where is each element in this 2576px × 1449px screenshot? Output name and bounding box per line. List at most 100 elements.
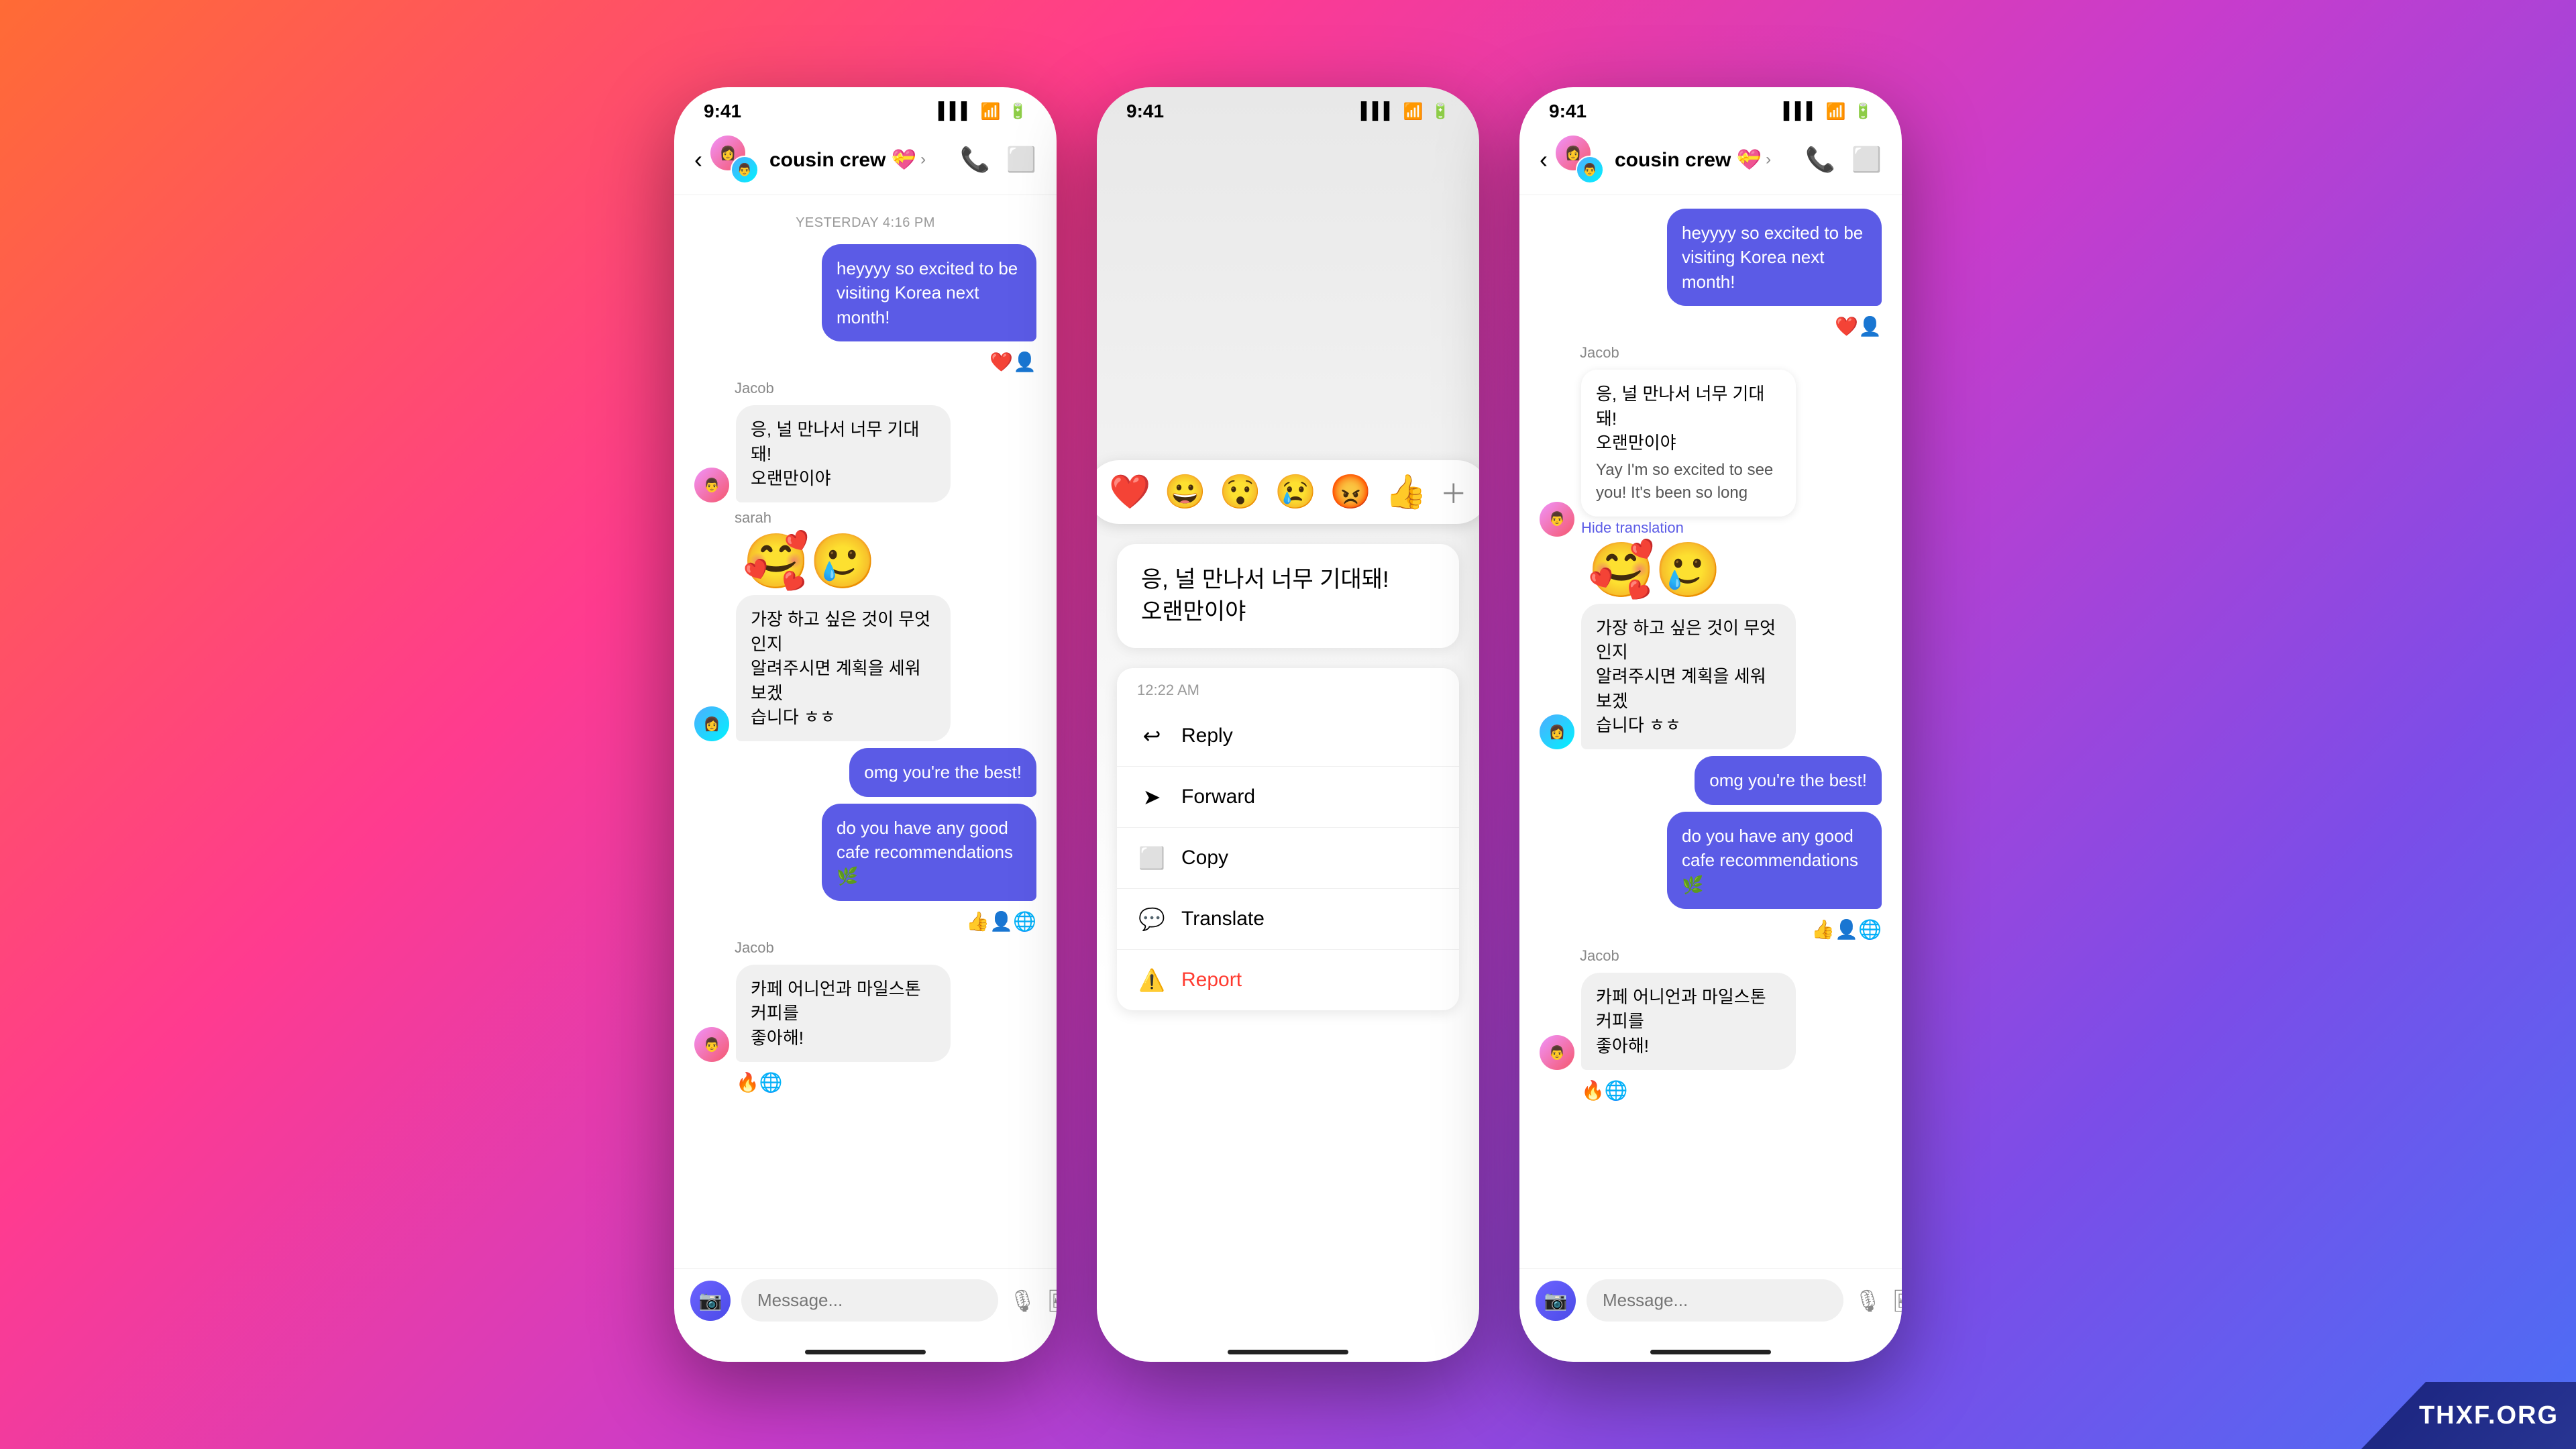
table-row: 🥰🥲: [1540, 543, 1882, 597]
reaction-bar: ❤️👤: [694, 351, 1036, 373]
video-icon-right[interactable]: ⬜: [1851, 146, 1882, 174]
wifi-icon-right: 📶: [1826, 102, 1846, 121]
signal-icon-left: ▌▌▌: [938, 102, 973, 121]
battery-icon-left: 🔋: [1009, 103, 1027, 120]
input-bar-right: 📷 🎙 🖼 😊 ➕: [1519, 1268, 1902, 1342]
phone-icon-left[interactable]: 📞: [960, 146, 990, 174]
watermark: THXF.ORG: [2361, 1382, 2576, 1449]
report-menu-item[interactable]: ⚠️ Report: [1117, 950, 1459, 1010]
back-button-right[interactable]: ‹: [1540, 146, 1548, 174]
table-row: heyyyy so excited to be visiting Korea n…: [694, 244, 1036, 341]
message-bubble[interactable]: heyyyy so excited to be visiting Korea n…: [1667, 209, 1882, 306]
emoji-message: 🥰🥲: [1588, 543, 1721, 597]
translation-text: Yay I'm so excited to see you! It's been…: [1596, 459, 1781, 504]
nav-actions-left: 📞 ⬜: [960, 146, 1036, 174]
table-row: 👨 카페 어니언과 마일스톤 커피를좋아해!: [694, 965, 1036, 1062]
message-bubble[interactable]: heyyyy so excited to be visiting Korea n…: [822, 244, 1036, 341]
image-icon-right[interactable]: 🖼: [1892, 1288, 1902, 1313]
status-bar-middle: 9:41 ▌▌▌ 📶 🔋: [1097, 87, 1479, 129]
table-row: 👨 응, 널 만나서 너무 기대돼!오랜만이야: [694, 405, 1036, 502]
forward-label: Forward: [1181, 786, 1255, 808]
avatar-2-left: 👨: [731, 156, 759, 184]
emoji-cry[interactable]: 😢: [1275, 472, 1316, 512]
sender-label: Jacob: [694, 380, 1036, 397]
forward-menu-item[interactable]: ➤ Forward: [1117, 767, 1459, 828]
copy-menu-item[interactable]: ⬜ Copy: [1117, 828, 1459, 889]
message-bubble[interactable]: do you have any good cafe recommendation…: [1667, 812, 1882, 909]
home-bar-left: [805, 1350, 926, 1354]
microphone-icon-right[interactable]: 🎙: [1854, 1288, 1882, 1313]
chevron-icon-left: ›: [920, 150, 926, 169]
video-icon-left[interactable]: ⬜: [1006, 146, 1036, 174]
camera-button-left[interactable]: 📷: [690, 1281, 731, 1321]
avatar: 👩: [694, 706, 729, 741]
emoji-more-button[interactable]: ＋: [1440, 472, 1467, 511]
emoji-reaction-bar: ❤️ 😀 😯 😢 😡 👍 ＋: [1097, 460, 1479, 524]
translate-label: Translate: [1181, 908, 1265, 930]
avatar: 👨: [694, 468, 729, 502]
wifi-icon-left: 📶: [981, 102, 1001, 121]
input-bar-left: 📷 🎙 🖼 😊 ➕: [674, 1268, 1057, 1342]
avatar-2-right: 👨: [1576, 156, 1604, 184]
message-bubble[interactable]: 응, 널 만나서 너무 기대돼!오랜만이야: [736, 405, 951, 502]
camera-button-right[interactable]: 📷: [1536, 1281, 1576, 1321]
emoji-smile[interactable]: 😀: [1164, 472, 1205, 512]
report-icon: ⚠️: [1138, 967, 1165, 993]
sender-label: Jacob: [1540, 344, 1882, 362]
message-bubble[interactable]: 카페 어니언과 마일스톤 커피를좋아해!: [736, 965, 951, 1062]
home-indicator-left: [674, 1342, 1057, 1362]
watermark-text: THXF.ORG: [2379, 1401, 2559, 1430]
table-row: omg you're the best!: [1540, 756, 1882, 804]
table-row: 🥰🥲: [694, 535, 1036, 588]
reply-menu-item[interactable]: ↩ Reply: [1117, 706, 1459, 767]
emoji-thumbsup[interactable]: 👍: [1385, 472, 1427, 512]
emoji-message: 🥰🥲: [743, 535, 876, 588]
context-time: 12:22 AM: [1117, 668, 1459, 706]
message-input-right[interactable]: [1587, 1279, 1843, 1322]
message-bubble[interactable]: do you have any good cafe recommendation…: [822, 804, 1036, 901]
status-icons-left: ▌▌▌ 📶 🔋: [938, 102, 1027, 121]
status-bar-left: 9:41 ▌▌▌ 📶 🔋: [674, 87, 1057, 129]
table-row: 👩 가장 하고 싶은 것이 무엇인지알려주시면 계획을 세워보겠습니다 ㅎㅎ: [694, 595, 1036, 741]
message-bubble[interactable]: 카페 어니언과 마일스톤 커피를좋아해!: [1581, 973, 1796, 1070]
chat-title-left[interactable]: cousin crew 💝 ›: [769, 148, 960, 172]
translate-icon: 💬: [1138, 906, 1165, 932]
message-bubble[interactable]: omg you're the best!: [1695, 756, 1882, 804]
context-overlay: ❤️ 😀 😯 😢 😡 👍 ＋ 응, 널 만나서 너무 기대돼!오랜만이야 12:…: [1097, 129, 1479, 1342]
message-input-left[interactable]: [741, 1279, 998, 1322]
microphone-icon-left[interactable]: 🎙: [1009, 1288, 1036, 1313]
nav-bar-right: ‹ 👩 👨 cousin crew 💝 › 📞 ⬜: [1519, 129, 1902, 195]
nav-bar-left: ‹ 👩 👨 cousin crew 💝 › 📞 ⬜: [674, 129, 1057, 195]
chat-name-right: cousin crew 💝: [1615, 148, 1762, 172]
reply-label: Reply: [1181, 724, 1233, 747]
status-icons-right: ▌▌▌ 📶 🔋: [1784, 102, 1872, 121]
translate-menu-item[interactable]: 💬 Translate: [1117, 889, 1459, 950]
reaction-bar: 👍👤🌐: [1540, 918, 1882, 941]
left-phone: 9:41 ▌▌▌ 📶 🔋 ‹ 👩 👨 cousin crew 💝 › 📞 ⬜ Y…: [674, 87, 1057, 1362]
emoji-heart[interactable]: ❤️: [1109, 472, 1150, 512]
message-bubble[interactable]: 가장 하고 싶은 것이 무엇인지알려주시면 계획을 세워보겠습니다 ㅎㅎ: [1581, 604, 1796, 750]
sender-label: sarah: [694, 509, 1036, 527]
back-button-left[interactable]: ‹: [694, 146, 702, 174]
selected-message-bubble: 응, 널 만나서 너무 기대돼!오랜만이야: [1117, 544, 1459, 648]
message-bubble[interactable]: 응, 널 만나서 너무 기대돼!오랜만이야 Yay I'm so excited…: [1581, 370, 1796, 516]
battery-icon-middle: 🔋: [1432, 103, 1450, 120]
message-bubble[interactable]: omg you're the best!: [849, 748, 1036, 796]
hide-translation-link[interactable]: Hide translation: [1581, 519, 1796, 537]
signal-icon-right: ▌▌▌: [1784, 102, 1818, 121]
status-bar-right: 9:41 ▌▌▌ 📶 🔋: [1519, 87, 1902, 129]
copy-icon: ⬜: [1138, 845, 1165, 871]
emoji-angry[interactable]: 😡: [1330, 472, 1371, 512]
battery-icon-right: 🔋: [1854, 103, 1872, 120]
message-bubble[interactable]: 가장 하고 싶은 것이 무엇인지알려주시면 계획을 세워보겠습니다 ㅎㅎ: [736, 595, 951, 741]
image-icon-left[interactable]: 🖼: [1047, 1288, 1057, 1313]
avatar: 👨: [1540, 1035, 1574, 1070]
home-indicator-right: [1519, 1342, 1902, 1362]
chat-title-right[interactable]: cousin crew 💝 ›: [1615, 148, 1805, 172]
home-indicator-middle: [1097, 1342, 1479, 1362]
phone-icon-right[interactable]: 📞: [1805, 146, 1835, 174]
forward-icon: ➤: [1138, 784, 1165, 810]
emoji-surprised[interactable]: 😯: [1220, 472, 1261, 512]
date-divider-left: YESTERDAY 4:16 PM: [694, 215, 1036, 231]
nav-actions-right: 📞 ⬜: [1805, 146, 1882, 174]
